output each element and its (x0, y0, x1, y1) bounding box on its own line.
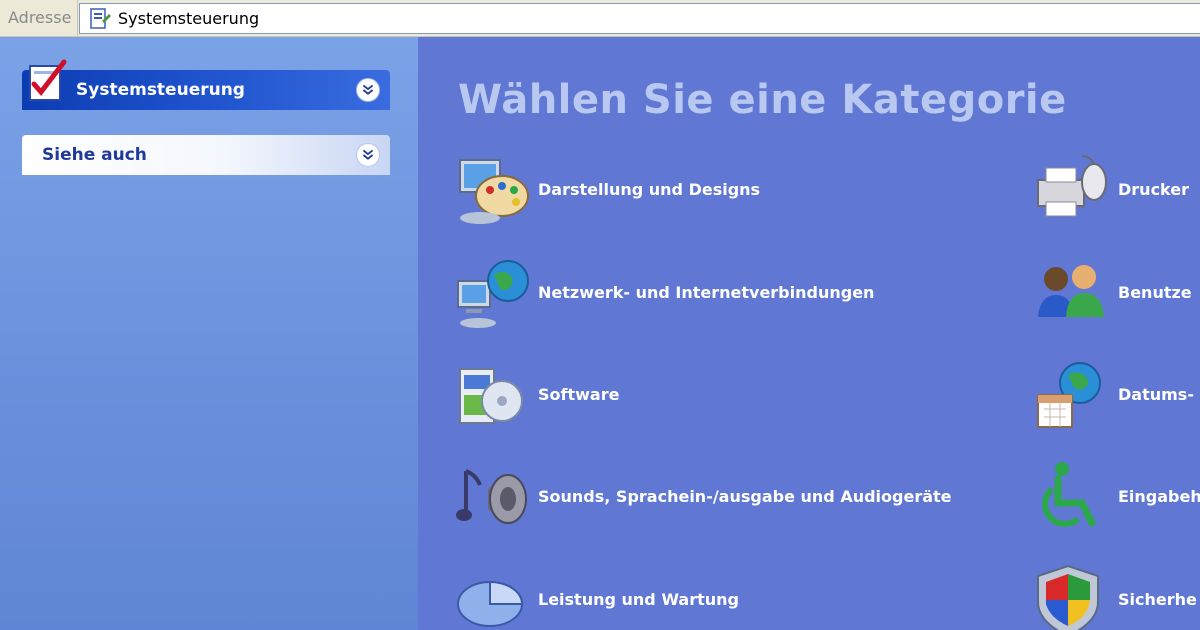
address-input[interactable]: Systemsteuerung (79, 3, 1200, 34)
users-icon (1038, 265, 1104, 317)
network-globe-icon (457, 260, 529, 328)
chevron-down-icon[interactable] (356, 143, 380, 167)
category-label: Software (538, 385, 620, 404)
sound-speaker-icon (456, 469, 527, 524)
software-box-cd-icon (459, 368, 523, 424)
category-label: Eingabeh (1118, 487, 1200, 506)
category-panel: Wählen Sie eine Kategorie Darstellung un… (418, 37, 1200, 630)
see-also-title: Siehe auch (42, 145, 147, 165)
control-panel-checkmark-icon (29, 59, 67, 101)
performance-pie-icon (457, 580, 524, 627)
category-label: Netzwerk- und Internetverbindungen (538, 283, 875, 302)
category-label: Leistung und Wartung (538, 590, 739, 609)
chevron-down-icon[interactable] (356, 78, 380, 102)
category-label: Datums- (1118, 385, 1194, 404)
task-pane: Systemsteuerung Siehe auch (0, 37, 418, 630)
control-panel-icon (90, 8, 111, 29)
category-label: Drucker (1118, 180, 1189, 199)
category-label: Darstellung und Designs (538, 180, 761, 199)
page-title: Wählen Sie eine Kategorie (458, 77, 1067, 123)
address-bar: Adresse Systemsteuerung (0, 0, 1200, 37)
see-also-header[interactable]: Siehe auch (22, 135, 390, 175)
security-shield-icon (1037, 564, 1099, 630)
date-globe-calendar-icon (1037, 362, 1101, 428)
category-label: Benutze (1118, 283, 1192, 302)
category-label: Sicherhe (1118, 590, 1197, 609)
control-panel-header[interactable]: Systemsteuerung (22, 59, 390, 110)
control-panel-title: Systemsteuerung (76, 80, 245, 100)
address-label: Adresse (0, 0, 78, 36)
accessibility-icon (1042, 462, 1096, 527)
appearance-palette-icon (459, 159, 529, 224)
category-label: Sounds, Sprachein-/ausgabe und Audiogerä… (538, 487, 952, 506)
address-value: Systemsteuerung (118, 9, 260, 28)
printer-icon (1037, 155, 1107, 217)
